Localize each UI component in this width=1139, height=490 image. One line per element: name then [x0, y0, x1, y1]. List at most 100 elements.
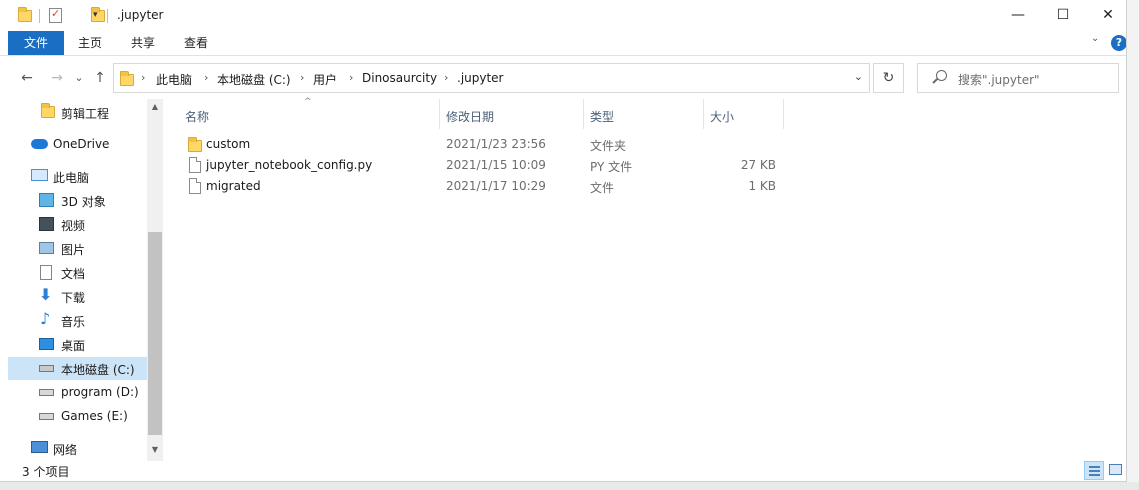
drive-c-icon [39, 365, 54, 372]
large-icons-view-button[interactable] [1106, 461, 1126, 480]
column-header-name[interactable]: ^ 名称 [172, 97, 440, 129]
file-row[interactable]: migrated 2021/1/17 10:29 文件 1 KB [180, 176, 780, 197]
sidebar-item-documents[interactable]: 文档 [8, 261, 147, 284]
download-icon: ⬇ [39, 285, 53, 304]
cloud-icon [31, 139, 48, 149]
folder-icon [41, 103, 55, 118]
back-button[interactable]: ← [17, 68, 37, 88]
tab-file[interactable]: 文件 [8, 31, 64, 55]
sidebar-scrollbar[interactable]: ▲ ▼ [147, 99, 163, 461]
file-date: 2021/1/17 10:29 [446, 179, 546, 193]
breadcrumb-local-disk[interactable]: 本地磁盘 (C:) [217, 71, 291, 88]
chevron-right-icon[interactable]: › [204, 71, 208, 84]
chevron-right-icon[interactable]: › [141, 71, 145, 84]
sidebar-item-videos[interactable]: 视频 [8, 213, 147, 236]
sidebar-item-label: 图片 [61, 243, 86, 257]
search-input[interactable]: 搜索".jupyter" [917, 63, 1119, 93]
chevron-right-icon[interactable]: › [349, 71, 353, 84]
tab-share[interactable]: 共享 [116, 31, 170, 55]
file-row[interactable]: custom 2021/1/23 23:56 文件夹 [180, 134, 780, 155]
breadcrumb-user-folder[interactable]: Dinosaurcity [362, 71, 437, 85]
computer-icon [31, 169, 48, 181]
music-icon: ♪ [40, 309, 51, 328]
column-label: 修改日期 [446, 110, 495, 124]
address-bar[interactable]: › 此电脑 › 本地磁盘 (C:) › 用户 › Dinosaurcity › … [113, 63, 870, 93]
minimize-button[interactable]: — [995, 0, 1041, 31]
file-date: 2021/1/23 23:56 [446, 137, 546, 151]
sidebar-item-desktop[interactable]: 桌面 [8, 333, 147, 356]
properties-icon[interactable] [49, 7, 62, 23]
file-icon [189, 157, 201, 173]
sidebar-item-label: 此电脑 [53, 171, 90, 185]
sidebar-item-drive-e[interactable]: Games (E:) [8, 405, 147, 428]
navigation-pane: 剪辑工程 OneDrive 此电脑 3D 对象 视频 图片 文档 ⬇ 下载 ♪ … [0, 99, 163, 461]
large-icons-view-icon [1109, 464, 1122, 475]
sidebar-item-pictures[interactable]: 图片 [8, 237, 147, 260]
title-bar: ▾ .jupyter — ☐ ✕ [0, 0, 1126, 31]
maximize-button[interactable]: ☐ [1040, 0, 1086, 31]
sidebar-item-network[interactable]: 网络 [8, 437, 147, 460]
sidebar-item-3d-objects[interactable]: 3D 对象 [8, 189, 147, 212]
close-button[interactable]: ✕ [1085, 0, 1126, 31]
navigation-bar: ← → ⌄ ↑ › 此电脑 › 本地磁盘 (C:) › 用户 › Dinosau… [0, 57, 1126, 99]
chevron-right-icon[interactable]: › [300, 71, 304, 84]
file-type: 文件夹 [590, 139, 627, 153]
column-header-date[interactable]: 修改日期 [440, 99, 584, 129]
sidebar-item-label: 音乐 [61, 315, 86, 329]
tab-view[interactable]: 查看 [170, 31, 222, 55]
chevron-right-icon[interactable]: › [444, 71, 448, 84]
details-view-button[interactable] [1084, 461, 1104, 480]
forward-button[interactable]: → [47, 68, 67, 88]
sidebar-item-this-pc[interactable]: 此电脑 [8, 165, 147, 188]
scroll-down-icon[interactable]: ▼ [147, 442, 163, 458]
breadcrumb-this-pc[interactable]: 此电脑 [156, 71, 192, 88]
sidebar-item-onedrive[interactable]: OneDrive [8, 133, 147, 156]
expand-ribbon-icon[interactable]: ⌄ [1091, 33, 1099, 44]
sidebar-item-label: 网络 [53, 443, 78, 457]
scrollbar-thumb[interactable] [148, 232, 162, 435]
up-button[interactable]: ↑ [90, 68, 110, 88]
sidebar-item-label: 3D 对象 [61, 195, 106, 209]
drive-icon [39, 413, 54, 420]
sidebar-item-music[interactable]: ♪ 音乐 [8, 309, 147, 332]
sidebar-item-downloads[interactable]: ⬇ 下载 [8, 285, 147, 308]
search-icon [936, 70, 947, 81]
details-view-icon [1089, 466, 1100, 468]
sidebar-item-drive-d[interactable]: program (D:) [8, 381, 147, 404]
address-dropdown-icon[interactable]: ⌄ [854, 70, 863, 83]
file-row[interactable]: jupyter_notebook_config.py 2021/1/15 10:… [180, 155, 780, 176]
sidebar-item-label: 桌面 [61, 339, 86, 353]
folder-icon [188, 137, 202, 152]
column-divider[interactable] [783, 99, 784, 129]
documents-icon [40, 265, 52, 280]
sidebar-item-label: 剪辑工程 [61, 107, 110, 121]
refresh-button[interactable]: ↻ [873, 63, 904, 93]
file-name: jupyter_notebook_config.py [206, 158, 373, 172]
file-type: PY 文件 [590, 160, 633, 174]
maximize-icon: ☐ [1056, 7, 1070, 23]
file-type: 文件 [590, 181, 615, 195]
sort-ascending-icon: ^ [304, 97, 312, 107]
background-window-edge [1127, 0, 1139, 490]
tab-home[interactable]: 主页 [64, 31, 116, 55]
details-view-icon-line [1089, 474, 1100, 476]
3d-objects-icon [39, 193, 54, 207]
help-icon[interactable]: ? [1111, 35, 1126, 51]
quick-access-dropdown-icon[interactable]: ▾ [93, 10, 98, 20]
column-header-size[interactable]: 大小 [704, 99, 784, 129]
sidebar-item-quick-folder[interactable]: 剪辑工程 [8, 101, 147, 124]
details-view-icon-line [1089, 470, 1100, 472]
sidebar-item-label: 下载 [61, 291, 86, 305]
breadcrumb-current[interactable]: .jupyter [457, 71, 504, 85]
sidebar-item-label: 视频 [61, 219, 86, 233]
column-header-type[interactable]: 类型 [584, 99, 704, 129]
scroll-up-icon[interactable]: ▲ [147, 99, 163, 115]
close-icon: ✕ [1102, 7, 1114, 23]
breadcrumb-users[interactable]: 用户 [313, 71, 337, 88]
divider [107, 9, 108, 23]
sidebar-item-local-disk-c[interactable]: 本地磁盘 (C:) [8, 357, 147, 380]
recent-locations-button[interactable]: ⌄ [69, 68, 89, 88]
sidebar-item-label: program (D:) [61, 385, 139, 399]
file-size: 27 KB [740, 158, 776, 172]
file-size: 1 KB [748, 179, 776, 193]
